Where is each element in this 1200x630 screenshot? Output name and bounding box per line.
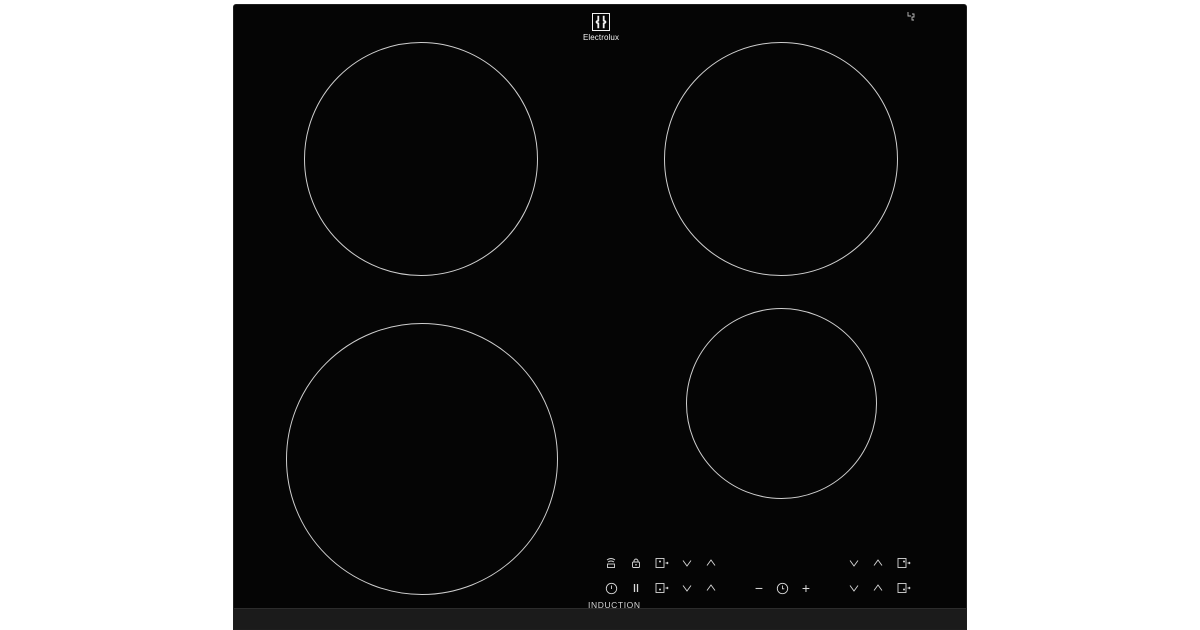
zone-select-button-front-left[interactable]: [655, 581, 669, 595]
brand-block: Electrolux: [571, 13, 631, 43]
power-decrease-button-rear-left[interactable]: [680, 556, 694, 570]
chevron-down-icon: [682, 585, 692, 592]
cooking-zone-rear-left: [304, 42, 538, 276]
timer-button[interactable]: [775, 581, 789, 595]
zone-select-button-front-right[interactable]: [897, 581, 911, 595]
hob-frame: [234, 608, 966, 629]
cooking-zone-front-left: [286, 323, 558, 595]
zone-select-icon: [655, 558, 669, 568]
cooking-zone-front-right: [686, 308, 877, 499]
corner-symbol-icon: [907, 12, 915, 21]
timer-minus-button[interactable]: −: [752, 580, 766, 596]
hob2hood-icon: [606, 558, 616, 568]
timer-icon: [776, 582, 788, 594]
zone-select-icon: [897, 558, 911, 568]
power-increase-button-front-right[interactable]: [871, 581, 885, 595]
hob2hood-button[interactable]: [604, 556, 618, 570]
pause-icon: [633, 584, 639, 592]
power-on-off-button[interactable]: [604, 581, 618, 595]
power-increase-button-rear-left[interactable]: [704, 556, 718, 570]
cooking-zone-rear-right: [664, 42, 898, 276]
chevron-down-icon: [682, 560, 692, 567]
chevron-up-icon: [706, 559, 716, 566]
chevron-down-icon: [849, 585, 859, 592]
child-lock-button[interactable]: [629, 556, 643, 570]
product-image: Electrolux − + INDUCTION: [0, 0, 1200, 630]
zone-select-button-rear-right[interactable]: [897, 556, 911, 570]
power-increase-button-front-left[interactable]: [704, 581, 718, 595]
brand-name: Electrolux: [582, 33, 620, 42]
power-icon: [605, 582, 617, 594]
chevron-down-icon: [849, 560, 859, 567]
zone-select-button-rear-left[interactable]: [655, 556, 669, 570]
zone-select-icon: [897, 583, 911, 593]
power-decrease-button-front-right[interactable]: [847, 581, 861, 595]
power-decrease-button-rear-right[interactable]: [847, 556, 861, 570]
power-decrease-button-front-left[interactable]: [680, 581, 694, 595]
timer-plus-button[interactable]: +: [799, 580, 813, 596]
power-increase-button-rear-right[interactable]: [871, 556, 885, 570]
zone-select-icon: [655, 583, 669, 593]
electrolux-logo-icon: [592, 13, 610, 31]
chevron-up-icon: [706, 584, 716, 591]
induction-hob: Electrolux − + INDUCTION: [233, 4, 967, 630]
pause-button[interactable]: [629, 581, 643, 595]
chevron-up-icon: [873, 584, 883, 591]
chevron-up-icon: [873, 559, 883, 566]
lock-icon: [632, 558, 640, 568]
